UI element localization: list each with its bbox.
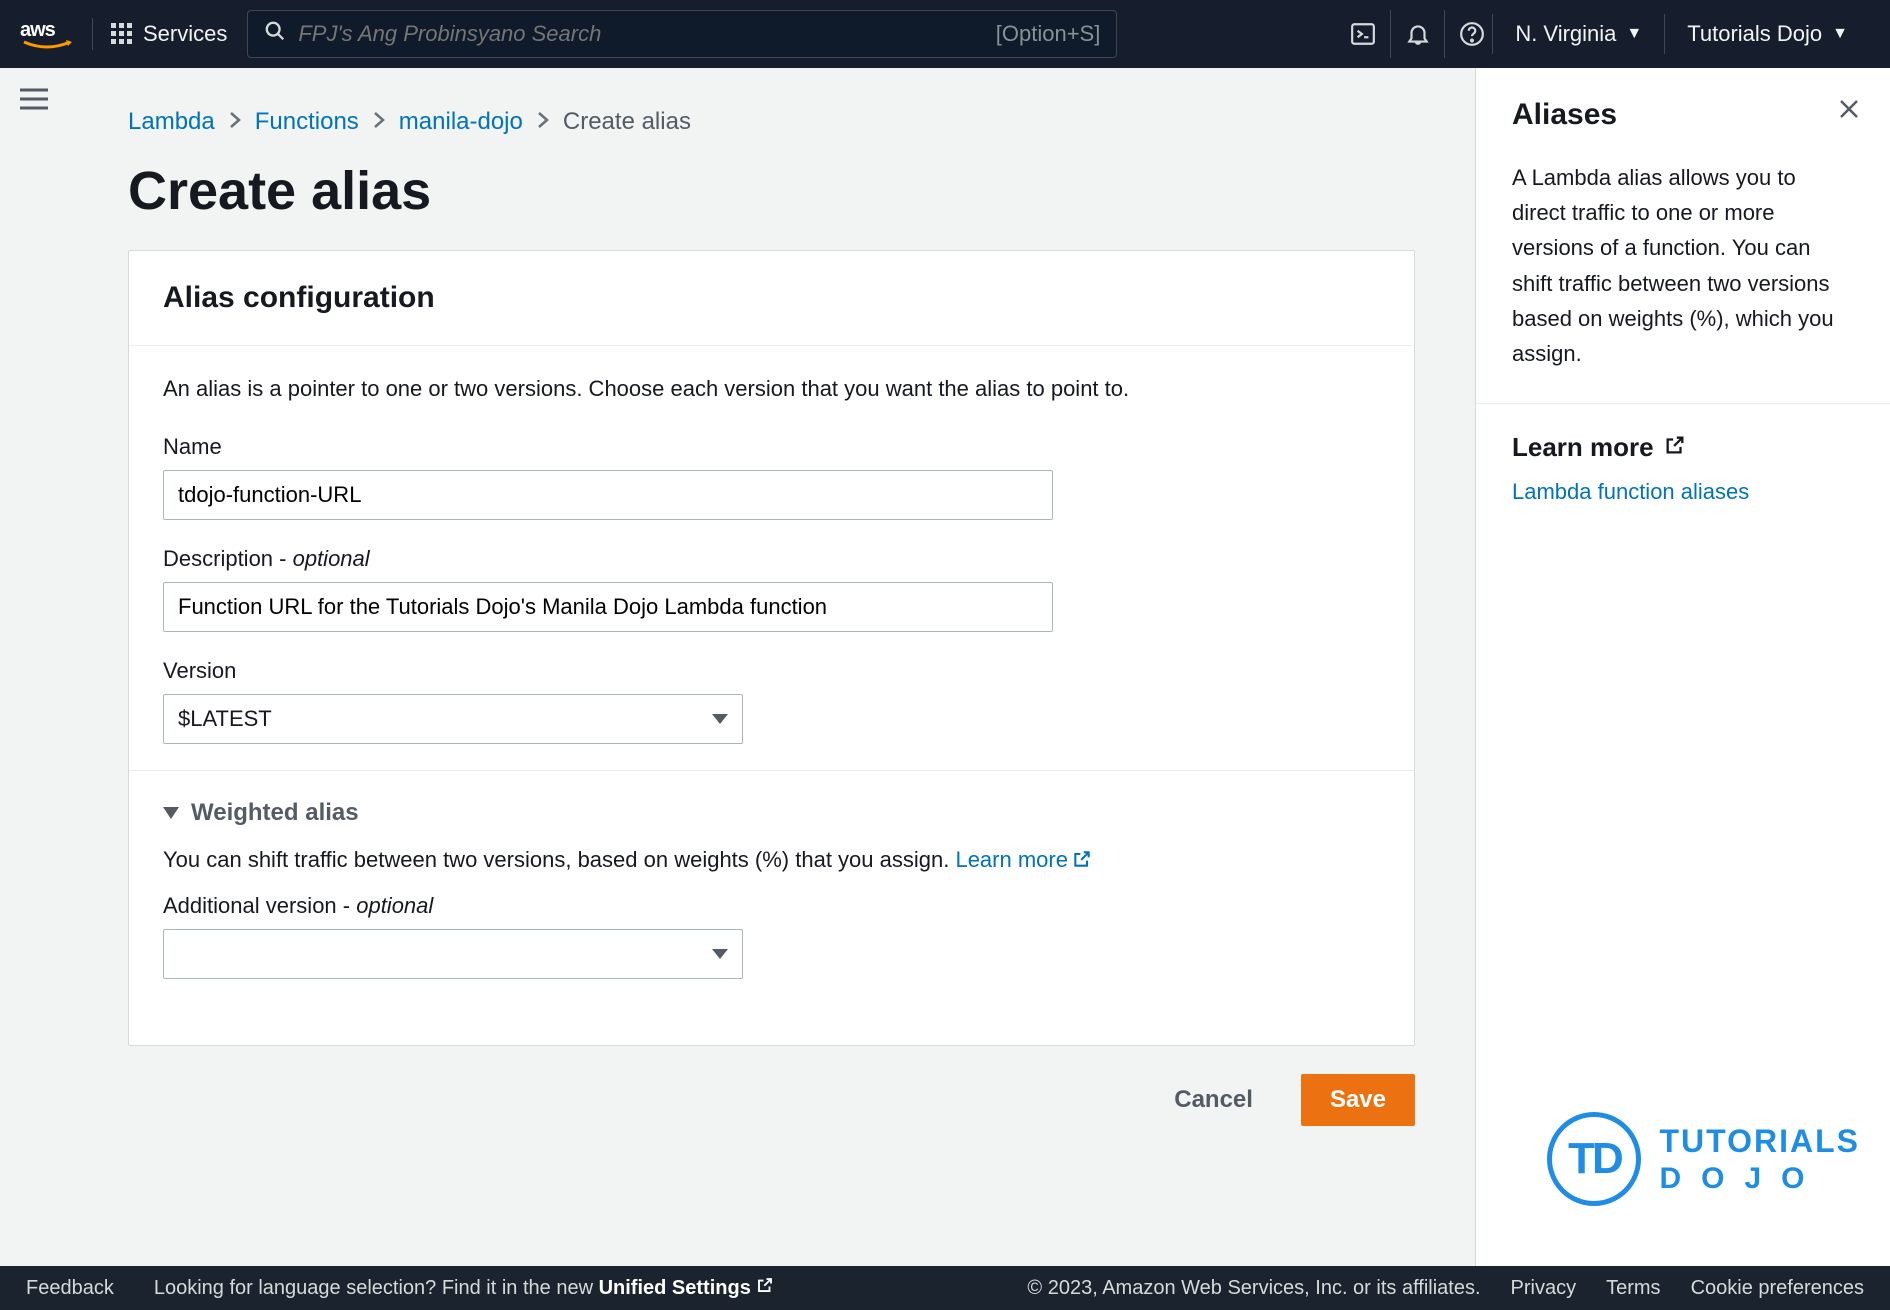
unified-settings-link[interactable]: Unified Settings xyxy=(599,1277,775,1299)
caret-down-icon xyxy=(712,714,728,724)
breadcrumb-current: Create alias xyxy=(563,108,691,136)
account-label: Tutorials Dojo xyxy=(1687,21,1822,47)
additional-version-label: Additional version - optional xyxy=(163,893,1380,919)
version-field: Version $LATEST xyxy=(163,658,1380,744)
search-bar[interactable]: [Option+S] xyxy=(247,10,1117,58)
chevron-right-icon xyxy=(537,108,549,136)
svg-text:aws: aws xyxy=(20,19,56,41)
external-link-icon xyxy=(1072,849,1092,875)
save-button[interactable]: Save xyxy=(1301,1074,1415,1126)
account-menu[interactable]: Tutorials Dojo ▼ xyxy=(1664,14,1870,54)
lambda-aliases-doc-link[interactable]: Lambda function aliases xyxy=(1512,479,1749,504)
weighted-description: You can shift traffic between two versio… xyxy=(163,847,1380,875)
region-selector[interactable]: N. Virginia ▼ xyxy=(1492,14,1664,54)
panel-header: Alias configuration xyxy=(129,251,1414,346)
search-input[interactable] xyxy=(298,21,995,47)
lang-prompt: Looking for language selection? Find it … xyxy=(154,1276,775,1300)
help-panel: Aliases A Lambda alias allows you to dir… xyxy=(1475,68,1890,1266)
version-label: Version xyxy=(163,658,1380,684)
chevron-right-icon xyxy=(373,108,385,136)
terms-link[interactable]: Terms xyxy=(1606,1277,1660,1300)
search-icon xyxy=(264,20,286,48)
description-label: Description - optional xyxy=(163,546,1380,572)
services-menu[interactable]: Services xyxy=(143,21,227,47)
privacy-link[interactable]: Privacy xyxy=(1511,1277,1577,1300)
cloudshell-icon[interactable] xyxy=(1336,10,1384,58)
alias-config-panel: Alias configuration An alias is a pointe… xyxy=(128,250,1415,1046)
weighted-alias-label: Weighted alias xyxy=(191,799,359,827)
version-select[interactable]: $LATEST xyxy=(163,694,743,744)
panel-title: Alias configuration xyxy=(163,281,1380,315)
description-field: Description - optional xyxy=(163,546,1380,632)
breadcrumb-functions[interactable]: Functions xyxy=(255,108,359,136)
notifications-icon[interactable] xyxy=(1390,10,1438,58)
page-title: Create alias xyxy=(128,160,1415,222)
form-actions: Cancel Save xyxy=(128,1074,1415,1166)
footer: Feedback Looking for language selection?… xyxy=(0,1266,1890,1310)
copyright: © 2023, Amazon Web Services, Inc. or its… xyxy=(1027,1277,1480,1300)
name-field: Name xyxy=(163,434,1380,520)
breadcrumb-lambda[interactable]: Lambda xyxy=(128,108,215,136)
cookie-prefs-link[interactable]: Cookie preferences xyxy=(1691,1277,1864,1300)
td-logo-line2: DOJO xyxy=(1659,1162,1860,1196)
search-shortcut-hint: [Option+S] xyxy=(996,21,1101,47)
caret-down-icon xyxy=(712,949,728,959)
breadcrumb-function-name[interactable]: manila-dojo xyxy=(399,108,523,136)
breadcrumb: Lambda Functions manila-dojo Create alia… xyxy=(128,108,1415,136)
external-link-icon xyxy=(756,1277,774,1299)
caret-down-icon: ▼ xyxy=(1832,25,1848,43)
caret-down-icon: ▼ xyxy=(1626,25,1642,43)
version-value: $LATEST xyxy=(178,706,272,732)
chevron-right-icon xyxy=(229,108,241,136)
services-grid-icon[interactable] xyxy=(111,23,133,45)
aws-logo[interactable]: aws xyxy=(20,18,93,50)
weighted-learn-more-link[interactable]: Learn more xyxy=(955,847,1092,872)
name-input[interactable] xyxy=(163,470,1053,520)
cancel-button[interactable]: Cancel xyxy=(1146,1074,1281,1126)
help-panel-title: Aliases xyxy=(1512,98,1854,132)
learn-more-heading: Learn more xyxy=(1512,432,1854,463)
top-nav: aws Services [Option+S] N. Virginia ▼ Tu… xyxy=(0,0,1890,68)
additional-version-field: Additional version - optional xyxy=(163,893,1380,979)
td-logo-circle: TD xyxy=(1547,1112,1641,1206)
close-help-button[interactable] xyxy=(1838,98,1860,126)
weighted-alias-toggle[interactable]: Weighted alias xyxy=(163,799,1380,827)
main-content: Lambda Functions manila-dojo Create alia… xyxy=(0,68,1475,1266)
triangle-down-icon xyxy=(163,807,179,819)
tutorials-dojo-logo: TD TUTORIALS DOJO xyxy=(1547,1112,1860,1206)
region-label: N. Virginia xyxy=(1515,21,1616,47)
help-icon[interactable] xyxy=(1444,10,1492,58)
td-logo-line1: TUTORIALS xyxy=(1659,1123,1860,1160)
feedback-link[interactable]: Feedback xyxy=(26,1277,114,1300)
name-label: Name xyxy=(163,434,1380,460)
additional-version-select[interactable] xyxy=(163,929,743,979)
external-link-icon xyxy=(1664,432,1686,463)
description-input[interactable] xyxy=(163,582,1053,632)
help-panel-description: A Lambda alias allows you to direct traf… xyxy=(1512,160,1854,371)
panel-description: An alias is a pointer to one or two vers… xyxy=(163,376,1380,402)
